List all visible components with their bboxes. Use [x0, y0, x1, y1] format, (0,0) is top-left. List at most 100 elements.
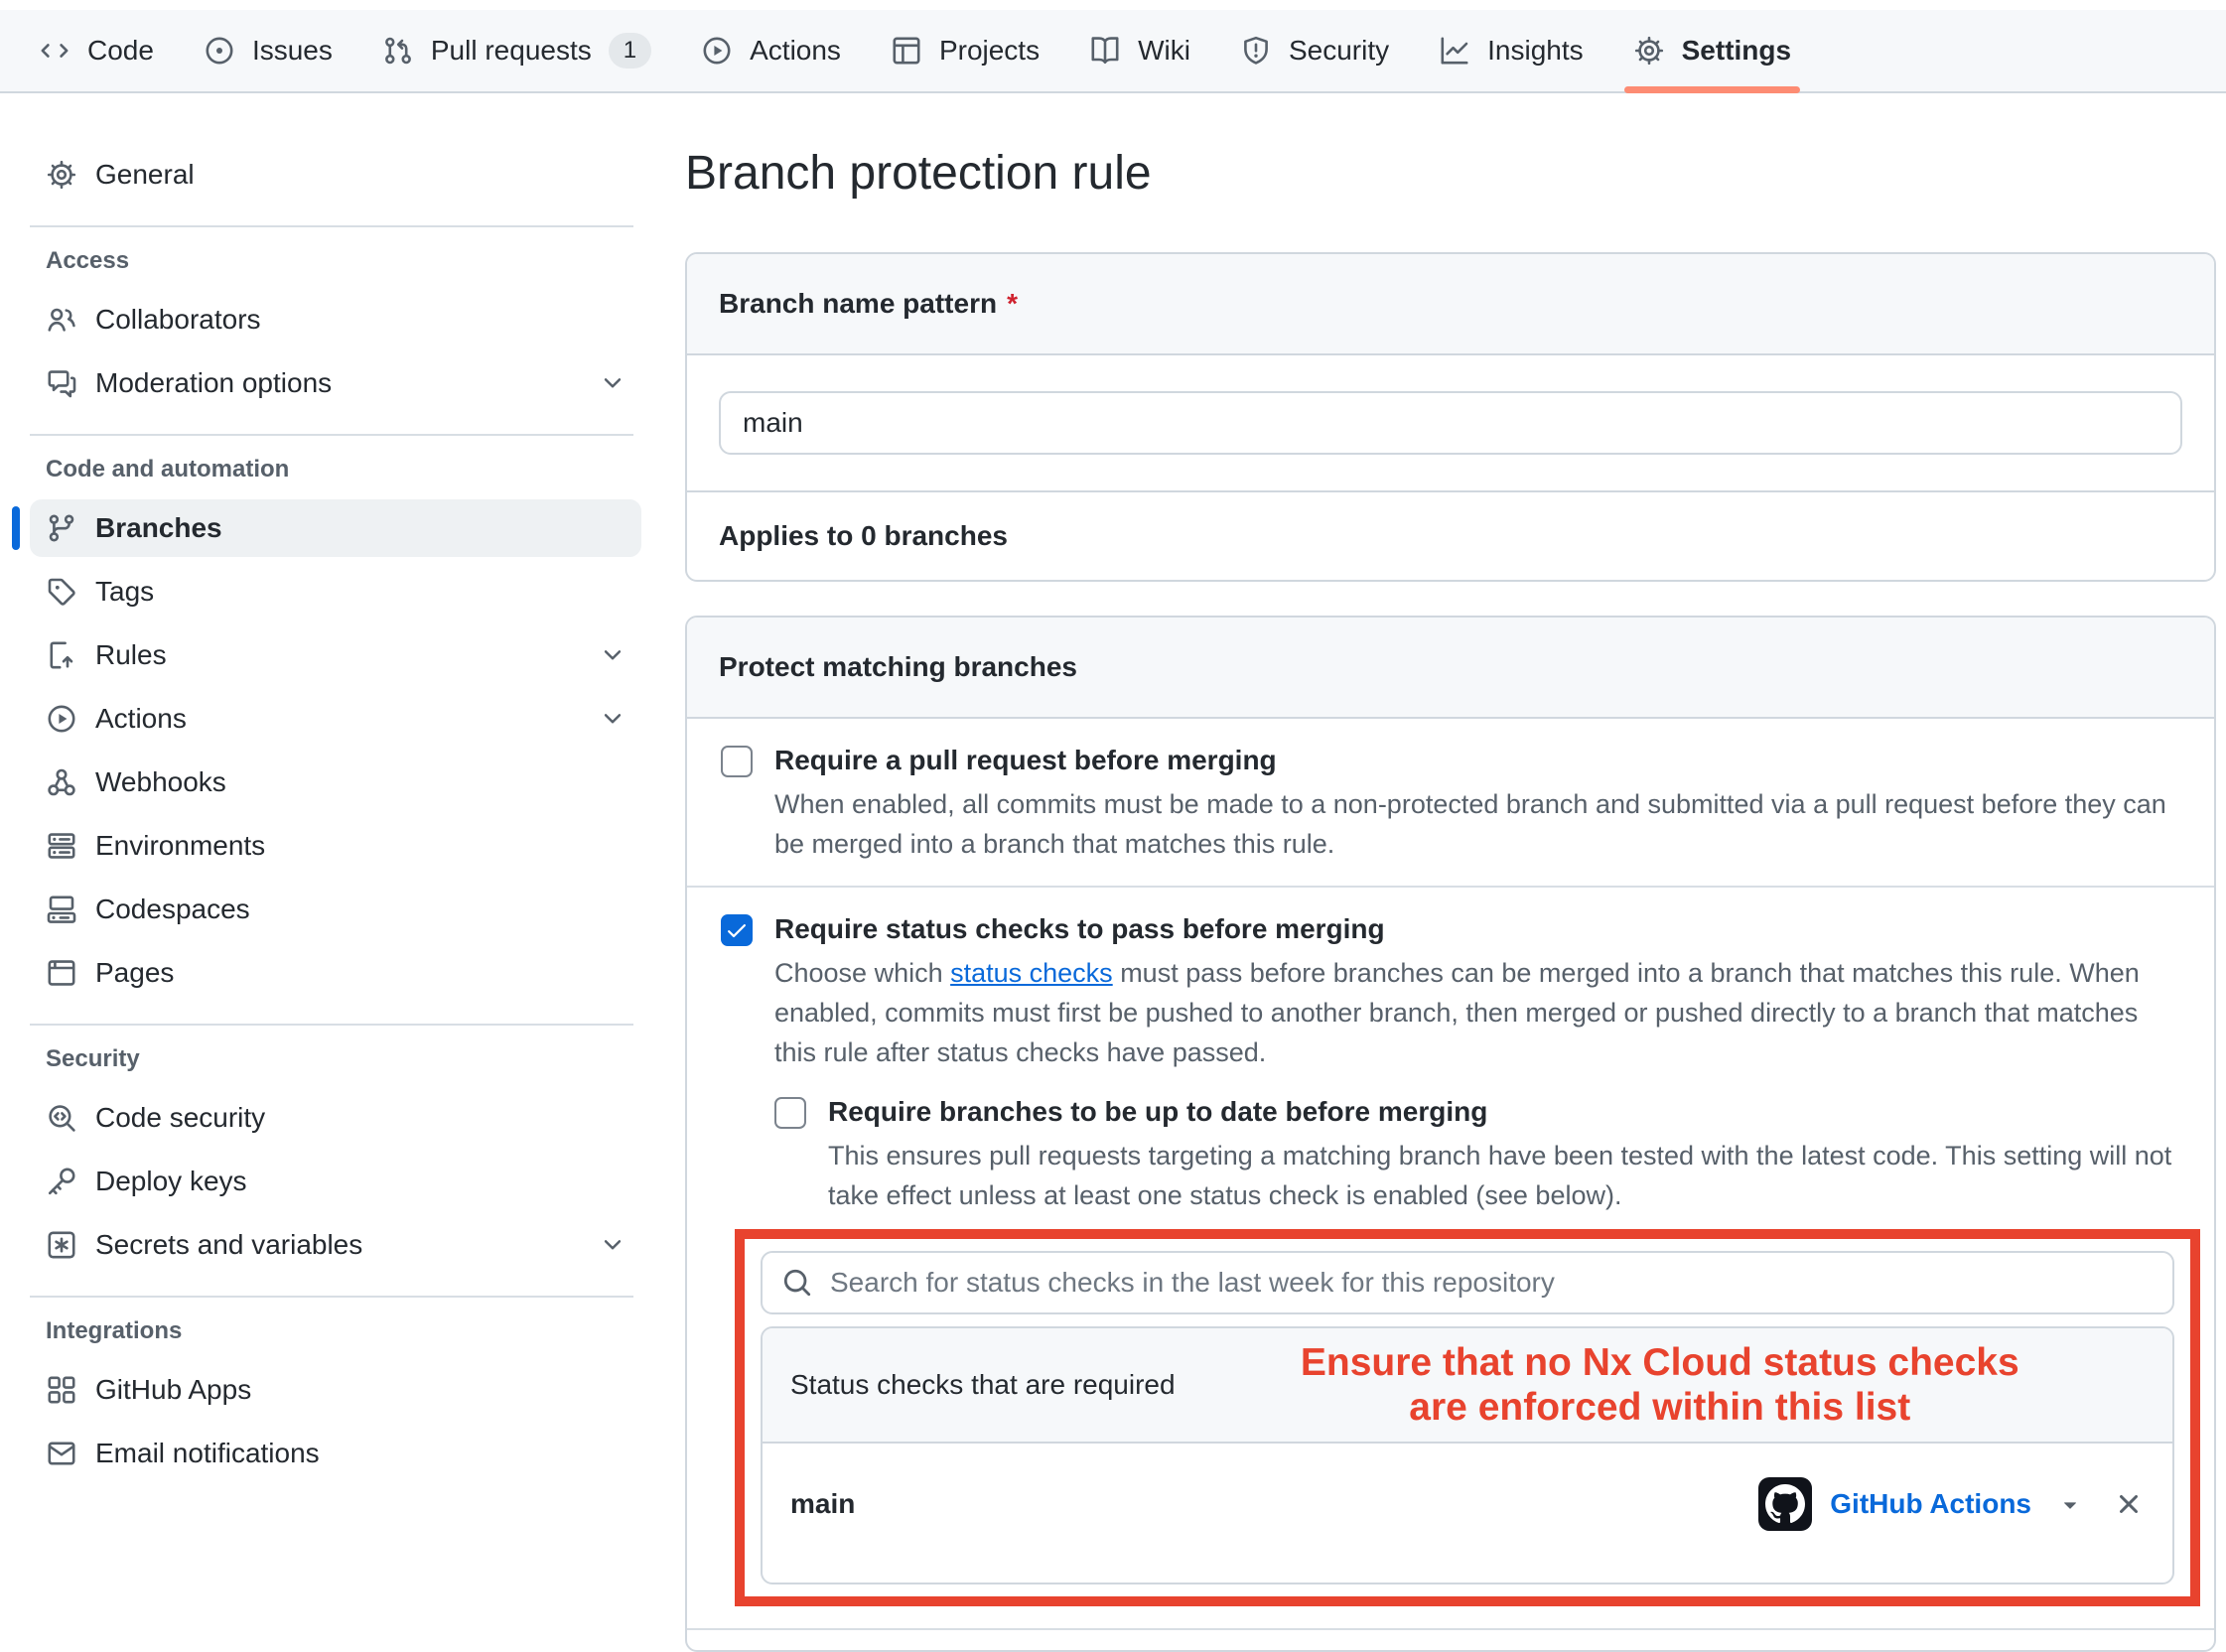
status-checks-header-label: Status checks that are required [790, 1369, 1176, 1401]
tab-pull-requests[interactable]: Pull requests 1 [357, 10, 676, 91]
play-icon [46, 703, 77, 735]
rule-label: Require status checks to pass before mer… [774, 909, 2178, 949]
sidebar-group-code-automation: Code and automation [30, 456, 641, 483]
sidebar-divider [30, 434, 633, 436]
rule-text: Require status checks to pass before mer… [774, 909, 2178, 1606]
rule-description: This ensures pull requests targeting a m… [828, 1136, 2178, 1215]
status-checks-search[interactable]: Search for status checks in the last wee… [761, 1251, 2174, 1314]
tab-label: Security [1289, 35, 1389, 67]
book-icon [1089, 35, 1121, 67]
tab-issues[interactable]: Issues [179, 10, 357, 91]
sidebar-item-deploy-keys[interactable]: Deploy keys [30, 1153, 641, 1210]
tab-label: Issues [252, 35, 333, 67]
branch-name-label: Branch name pattern [719, 288, 997, 319]
codespaces-icon [46, 894, 77, 925]
tab-label: Projects [939, 35, 1040, 67]
sidebar-item-actions[interactable]: Actions [30, 690, 641, 748]
status-check-row: main GitHub Actions [763, 1444, 2172, 1583]
tab-label: Code [87, 35, 154, 67]
annotation-line: Ensure that no Nx Cloud status checks [1176, 1340, 2145, 1385]
rule-text: Require a pull request before merging Wh… [774, 741, 2178, 864]
annotation-highlight-box: Search for status checks in the last wee… [735, 1229, 2200, 1606]
comment-discussion-icon [46, 367, 77, 399]
tag-icon [46, 576, 77, 608]
sidebar-item-label: Codespaces [95, 894, 250, 925]
graph-icon [1439, 35, 1470, 67]
protect-matching-branches-card: Protect matching branches Require a pull… [685, 616, 2216, 1652]
status-checks-header: Status checks that are required Ensure t… [763, 1328, 2172, 1444]
repo-tab-bar: Code Issues Pull requests 1 Actions Proj… [0, 10, 2226, 93]
sidebar-item-pages[interactable]: Pages [30, 944, 641, 1002]
table-icon [891, 35, 922, 67]
sidebar-divider [30, 1024, 633, 1026]
sidebar-item-label: Branches [95, 512, 222, 544]
sidebar-item-collaborators[interactable]: Collaborators [30, 291, 641, 348]
key-icon [46, 1166, 77, 1197]
tab-label: Settings [1682, 35, 1791, 67]
sidebar-item-label: Pages [95, 957, 174, 989]
annotation-line: are enforced within this list [1176, 1385, 2145, 1430]
rule-description: When enabled, all commits must be made t… [774, 784, 2178, 864]
sidebar-item-general[interactable]: General [30, 146, 641, 204]
sidebar-item-email-notifications[interactable]: Email notifications [30, 1425, 641, 1482]
description-text: Choose which [774, 958, 950, 988]
require-up-to-date-checkbox[interactable] [774, 1097, 806, 1129]
git-pull-request-icon [382, 35, 414, 67]
github-actions-link[interactable]: GitHub Actions [1830, 1488, 2031, 1520]
required-status-checks-box: Status checks that are required Ensure t… [761, 1326, 2174, 1584]
branch-name-pattern-input[interactable] [719, 391, 2182, 455]
sidebar-item-label: Code security [95, 1102, 265, 1134]
chevron-down-icon [600, 1232, 626, 1258]
sidebar-item-moderation-options[interactable]: Moderation options [30, 354, 641, 412]
secret-icon [46, 1229, 77, 1261]
sidebar-item-tags[interactable]: Tags [30, 563, 641, 620]
shield-icon [1240, 35, 1272, 67]
search-placeholder: Search for status checks in the last wee… [830, 1267, 1555, 1299]
issue-opened-icon [204, 35, 235, 67]
sidebar-item-label: Secrets and variables [95, 1229, 362, 1261]
sidebar-item-label: Rules [95, 639, 167, 671]
rule-label: Require branches to be up to date before… [828, 1092, 2178, 1132]
settings-content: Branch protection rule Branch name patte… [655, 93, 2226, 1652]
sidebar-item-github-apps[interactable]: GitHub Apps [30, 1361, 641, 1419]
sidebar-divider [30, 1296, 633, 1298]
tab-label: Insights [1487, 35, 1584, 67]
sidebar-item-label: Environments [95, 830, 265, 862]
tab-projects[interactable]: Projects [866, 10, 1064, 91]
tab-wiki[interactable]: Wiki [1064, 10, 1215, 91]
sidebar-item-environments[interactable]: Environments [30, 817, 641, 875]
play-icon [701, 35, 733, 67]
sidebar-item-codespaces[interactable]: Codespaces [30, 881, 641, 938]
window-top-strip [0, 0, 2226, 10]
browser-icon [46, 957, 77, 989]
sidebar-item-rules[interactable]: Rules [30, 626, 641, 684]
sidebar-item-branches[interactable]: Branches [30, 499, 641, 557]
sidebar-item-label: Webhooks [95, 766, 226, 798]
branch-name-card: Branch name pattern* Applies to 0 branch… [685, 252, 2216, 582]
rule-description: Choose which status checks must pass bef… [774, 953, 2178, 1072]
annotation-text: Ensure that no Nx Cloud status checks ar… [1176, 1340, 2145, 1430]
rule-label: Require a pull request before merging [774, 741, 2178, 780]
sidebar-item-secrets-and-variables[interactable]: Secrets and variables [30, 1216, 641, 1274]
code-icon [39, 35, 70, 67]
require-pull-request-checkbox[interactable] [721, 746, 753, 777]
server-icon [46, 830, 77, 862]
code-scan-icon [46, 1102, 77, 1134]
sidebar-item-webhooks[interactable]: Webhooks [30, 754, 641, 811]
sidebar-item-code-security[interactable]: Code security [30, 1089, 641, 1147]
gear-icon [1633, 35, 1665, 67]
rule-text: Require branches to be up to date before… [828, 1092, 2178, 1215]
page-title: Branch protection rule [685, 145, 2216, 203]
tab-security[interactable]: Security [1215, 10, 1414, 91]
sidebar-item-label: Actions [95, 703, 187, 735]
caret-down-icon[interactable] [2057, 1491, 2083, 1517]
require-status-checks-checkbox[interactable] [721, 914, 753, 946]
tab-actions[interactable]: Actions [676, 10, 866, 91]
status-checks-link[interactable]: status checks [950, 958, 1113, 988]
tab-insights[interactable]: Insights [1414, 10, 1608, 91]
remove-status-check-icon[interactable] [2113, 1488, 2145, 1520]
sidebar-item-label: Email notifications [95, 1438, 320, 1469]
pull-requests-counter: 1 [609, 33, 651, 69]
tab-settings[interactable]: Settings [1608, 10, 1816, 91]
tab-code[interactable]: Code [14, 10, 179, 91]
